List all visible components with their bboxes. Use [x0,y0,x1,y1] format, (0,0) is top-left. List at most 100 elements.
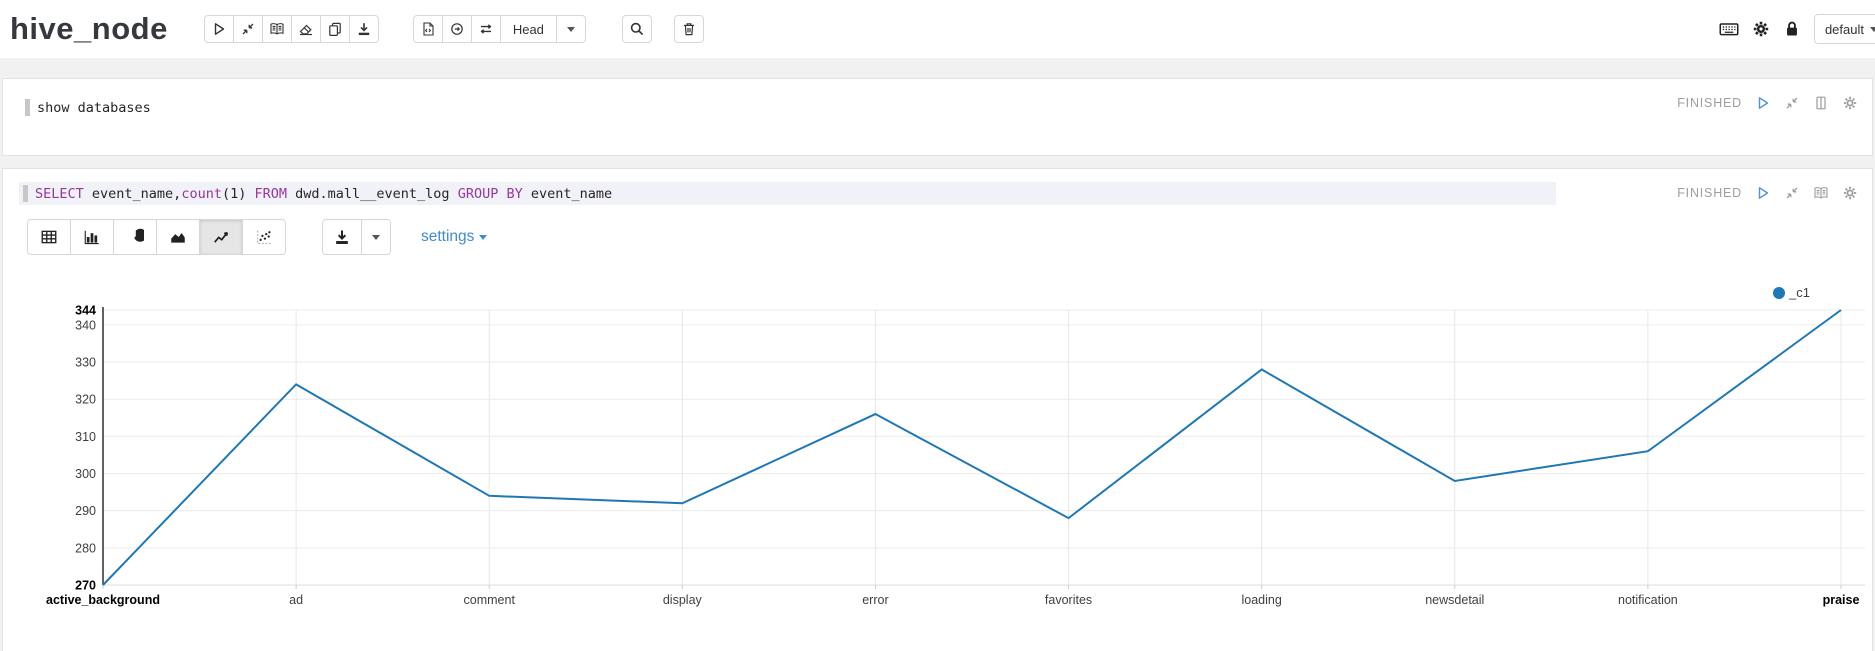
lock-icon [1787,21,1797,36]
table-view-button[interactable] [27,219,71,255]
download-group [322,219,391,255]
table-icon [41,230,57,244]
compress-icon [242,23,254,35]
export-icon [358,23,370,36]
view-mode-dropdown[interactable]: default [1813,14,1875,44]
sql-keyword: GROUP BY [457,185,523,202]
clone-icon [329,22,341,37]
head-version-label: Head [512,21,544,37]
show-editor-button[interactable] [1813,185,1829,201]
y-axis-label: 340 [75,318,96,332]
collapse-code-button[interactable] [232,15,263,43]
line-chart-svg: 344340 330 320 310 300 290 280 270active_backgr… [46,304,1865,607]
bar-chart-button[interactable] [70,219,114,255]
y-axis-label: 290 [75,504,96,518]
note-actions-group [203,15,379,43]
eraser-icon [299,24,312,36]
run-all-button[interactable] [203,15,234,43]
download-options-caret[interactable] [361,219,391,255]
y-axis-label: 270 [75,579,96,593]
y-axis-label: 344 [75,304,96,318]
interpreter-settings-button[interactable] [1752,20,1770,38]
x-axis-label: display [663,593,703,607]
chart-toolbar: settings [27,219,1872,255]
compare-revisions-button[interactable] [470,15,501,43]
paragraph-show-databases: show databases FINISHED [2,78,1873,156]
sql-text: event_name [522,185,613,202]
code-editor[interactable]: show databases [3,79,1872,116]
y-axis-label: 300 [75,467,96,481]
run-paragraph-button[interactable] [1755,185,1771,201]
x-axis-label: newsdetail [1425,593,1484,607]
show-editor-button[interactable] [1813,95,1829,111]
paragraph-status-row: FINISHED [1677,95,1858,111]
compare-arrows-icon [480,24,492,34]
scatter-chart-button[interactable] [242,219,286,255]
gear-icon [1843,186,1857,200]
sql-text: (1) [221,185,255,202]
x-axis-label: active_background [46,593,160,607]
head-version-caret-button[interactable] [555,15,586,43]
line-chart-icon [214,231,229,243]
pie-chart-icon [134,228,144,242]
keyboard-shortcuts-button[interactable] [1719,19,1739,39]
clear-output-button[interactable] [290,15,321,43]
page-icon [1816,96,1826,110]
x-axis-label: ad [289,593,303,607]
view-mode-label: default [1824,21,1864,37]
area-chart-button[interactable] [156,219,200,255]
gear-icon [1843,96,1857,110]
sql-editor[interactable]: SELECT event_name, count (1) FROM dwd.mall… [19,182,1556,205]
compress-icon [1786,97,1798,109]
revision-group: Head [412,15,586,43]
legend-label: _c1 [1789,285,1810,300]
x-axis-label: comment [464,593,516,607]
data-line [102,309,1842,586]
paragraph-settings-button[interactable] [1842,185,1858,201]
search-icon [630,22,644,36]
download-icon [336,230,348,244]
revision-circle-icon [451,23,463,35]
export-note-button[interactable] [348,15,379,43]
delete-note-button[interactable] [673,15,704,43]
expand-paragraph-button[interactable] [1784,95,1800,111]
chevron-down-icon [479,234,488,240]
file-code-icon [423,22,434,36]
trash-icon [683,23,694,36]
book-icon [270,23,284,35]
chevron-down-icon [1870,26,1875,32]
paragraph-settings-button[interactable] [1842,95,1858,111]
run-all-icon [214,23,225,35]
sql-function: count [181,185,222,202]
chart-legend[interactable]: _c1 [1773,285,1810,300]
sql-keyword: SELECT [35,185,84,202]
x-axis-label: praise [1823,593,1860,607]
expand-paragraph-button[interactable] [1784,185,1800,201]
head-version-dropdown[interactable]: Head [499,15,557,43]
x-axis-label: favorites [1045,593,1092,607]
set-revision-button[interactable] [441,15,472,43]
chart-area: 344 340 330 320 310 300 290 280 270 active_backgr… [3,255,1872,625]
chevron-down-icon [566,26,575,32]
keyboard-icon [1719,23,1739,36]
download-data-button[interactable] [322,219,362,255]
clone-note-button[interactable] [319,15,350,43]
y-axis-label: 280 [75,541,96,555]
sql-keyword: FROM [254,185,287,202]
settings-toggle[interactable]: settings [421,228,488,246]
line-chart-button[interactable] [199,219,243,255]
run-paragraph-button[interactable] [1755,95,1771,111]
book-icon [1814,187,1828,199]
note-permissions-button[interactable] [1783,20,1801,38]
text-cursor [23,185,28,202]
sql-text: event_name, [83,185,182,202]
status-badge: FINISHED [1677,186,1742,200]
search-button[interactable] [621,15,652,43]
x-axis-label: notification [1618,593,1678,607]
status-badge: FINISHED [1677,96,1742,110]
area-chart-icon [171,232,185,243]
show-output-button[interactable] [261,15,292,43]
play-icon [1758,187,1769,199]
commit-button[interactable] [412,15,443,43]
pie-chart-button[interactable] [113,219,157,255]
